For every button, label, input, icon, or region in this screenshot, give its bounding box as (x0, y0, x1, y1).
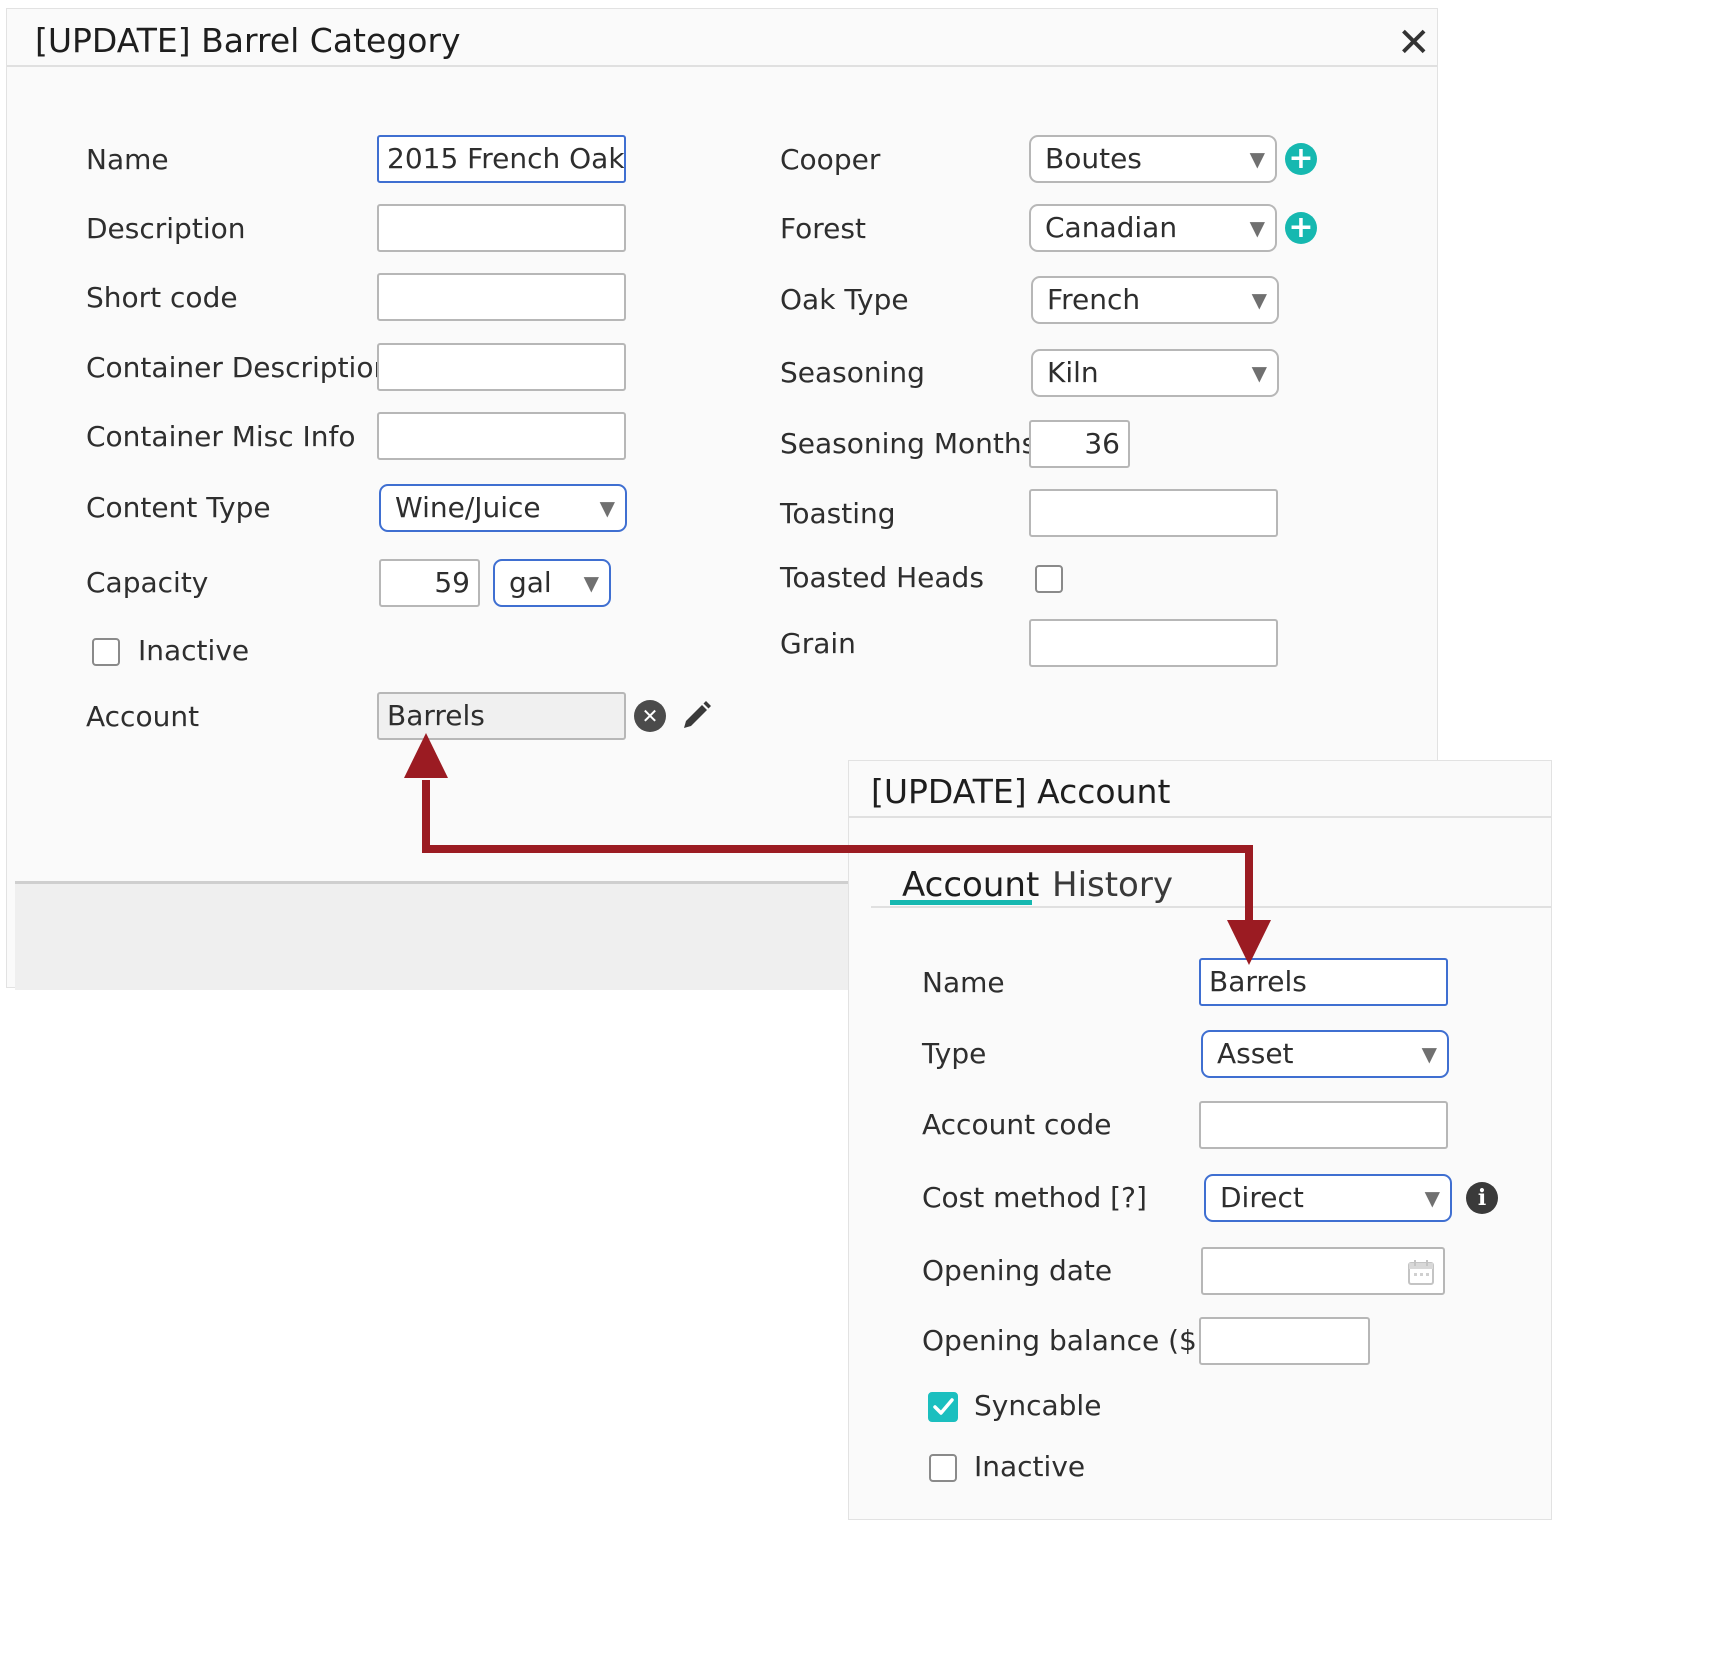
inactive-checkbox[interactable] (92, 638, 120, 666)
edit-pencil-icon[interactable] (680, 700, 712, 732)
syncable-label: Syncable (974, 1389, 1102, 1422)
capacity-unit-value: gal (509, 566, 552, 599)
cost-method-label: Cost method [?] (922, 1181, 1147, 1214)
account-type-label: Type (922, 1037, 987, 1070)
account-name-input[interactable]: Barrels (1199, 958, 1448, 1006)
checkmark-icon (933, 1398, 954, 1415)
account-input[interactable]: Barrels (377, 692, 626, 740)
cost-method-value: Direct (1220, 1181, 1304, 1214)
toasting-label: Toasting (780, 497, 896, 530)
inactive-label: Inactive (138, 634, 250, 667)
calendar-icon[interactable] (1406, 1257, 1436, 1287)
container-description-label: Container Description (86, 351, 392, 384)
caret-down-icon: ▼ (1251, 361, 1267, 385)
seasoning-months-label: Seasoning Months (780, 427, 1037, 460)
add-cooper-plus-icon[interactable]: + (1285, 143, 1317, 175)
syncable-checkbox[interactable] (928, 1392, 958, 1422)
description-label: Description (86, 212, 246, 245)
grain-label: Grain (780, 627, 856, 660)
content-type-label: Content Type (86, 491, 271, 524)
dialog-header: [UPDATE] Barrel Category ✕ (7, 9, 1437, 67)
oak-type-value: French (1047, 283, 1141, 316)
container-misc-info-input[interactable] (377, 412, 626, 460)
account-inactive-label: Inactive (974, 1450, 1086, 1483)
toasted-heads-checkbox[interactable] (1035, 565, 1063, 593)
caret-down-icon: ▼ (1251, 288, 1267, 312)
short-code-input[interactable] (377, 273, 626, 321)
toasted-heads-label: Toasted Heads (780, 561, 984, 594)
name-label: Name (86, 143, 169, 176)
seasoning-select[interactable]: Kiln ▼ (1031, 349, 1279, 397)
toasting-input[interactable] (1029, 489, 1278, 537)
oak-type-select[interactable]: French ▼ (1031, 276, 1279, 324)
seasoning-months-input[interactable]: 36 (1029, 420, 1130, 468)
oak-type-label: Oak Type (780, 283, 909, 316)
caret-down-icon: ▼ (583, 571, 599, 595)
add-forest-plus-icon[interactable]: + (1285, 212, 1317, 244)
content-type-select[interactable]: Wine/Juice ▼ (379, 484, 627, 532)
short-code-label: Short code (86, 281, 238, 314)
account-code-label: Account code (922, 1108, 1112, 1141)
account-dialog-title: [UPDATE] Account (871, 772, 1171, 811)
opening-balance-label: Opening balance ($) (922, 1324, 1208, 1357)
tab-account[interactable]: Account (902, 865, 1039, 905)
tab-history[interactable]: History (1052, 865, 1173, 905)
tab-bar (871, 906, 1551, 908)
tab-account-underline (890, 900, 1032, 905)
description-input[interactable] (377, 204, 626, 252)
capacity-label: Capacity (86, 566, 209, 599)
account-type-select[interactable]: Asset ▼ (1201, 1030, 1449, 1078)
grain-input[interactable] (1029, 619, 1278, 667)
caret-down-icon: ▼ (1421, 1042, 1437, 1066)
content-type-value: Wine/Juice (395, 491, 541, 524)
cooper-value: Boutes (1045, 142, 1142, 175)
account-inactive-checkbox[interactable] (929, 1454, 957, 1482)
opening-date-label: Opening date (922, 1254, 1113, 1287)
container-description-input[interactable] (377, 343, 626, 391)
forest-label: Forest (780, 212, 866, 245)
cooper-label: Cooper (780, 143, 881, 176)
capacity-unit-select[interactable]: gal ▼ (493, 559, 611, 607)
seasoning-value: Kiln (1047, 356, 1099, 389)
forest-value: Canadian (1045, 211, 1178, 244)
name-input[interactable]: 2015 French Oak (377, 135, 626, 183)
cost-method-select[interactable]: Direct ▼ (1204, 1174, 1452, 1222)
opening-balance-input[interactable] (1199, 1317, 1370, 1365)
account-code-input[interactable] (1199, 1101, 1448, 1149)
caret-down-icon: ▼ (1249, 216, 1265, 240)
account-dialog-header: [UPDATE] Account (849, 761, 1551, 818)
capacity-input[interactable]: 59 (379, 559, 480, 607)
dialog-title: [UPDATE] Barrel Category (35, 21, 461, 60)
caret-down-icon: ▼ (1424, 1186, 1440, 1210)
forest-select[interactable]: Canadian ▼ (1029, 204, 1277, 252)
account-label: Account (86, 700, 200, 733)
account-name-label: Name (922, 966, 1005, 999)
clear-icon[interactable]: ✕ (634, 700, 666, 732)
caret-down-icon: ▼ (599, 496, 615, 520)
container-misc-info-label: Container Misc Info (86, 420, 356, 453)
seasoning-label: Seasoning (780, 356, 925, 389)
account-type-value: Asset (1217, 1037, 1294, 1070)
caret-down-icon: ▼ (1249, 147, 1265, 171)
cooper-select[interactable]: Boutes ▼ (1029, 135, 1277, 183)
close-icon[interactable]: ✕ (1397, 23, 1431, 63)
info-icon[interactable]: i (1466, 1182, 1498, 1214)
